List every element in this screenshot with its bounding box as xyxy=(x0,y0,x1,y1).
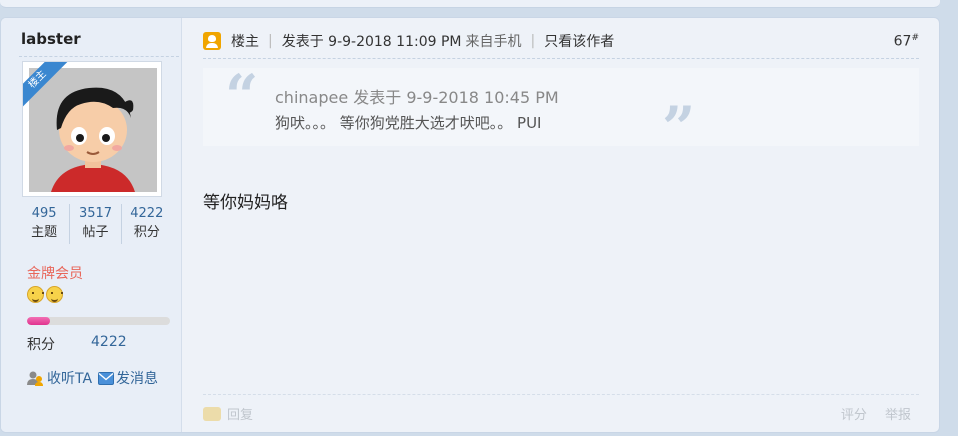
envelope-icon xyxy=(98,371,115,385)
stat-credits[interactable]: 4222 积分 xyxy=(122,204,172,244)
member-rank[interactable]: 金牌会员 xyxy=(27,263,83,283)
floor-mark: # xyxy=(911,32,919,43)
post-footer: 回复 评分 举报 xyxy=(203,404,919,424)
follow-users-icon xyxy=(27,371,43,386)
rank-icons xyxy=(27,286,63,303)
message-label[interactable]: 发消息 xyxy=(116,368,158,388)
smiley-icon xyxy=(27,286,44,303)
previous-post-edge xyxy=(0,0,940,8)
progress-fill xyxy=(27,317,50,325)
author-stats: 495 主题 3517 帖子 4222 积分 xyxy=(19,204,172,244)
author-actions: 收听TA 发消息 xyxy=(27,368,164,388)
floor-value[interactable]: 67 xyxy=(894,33,912,49)
post-body: 等你妈妈咯 xyxy=(203,193,288,213)
reply-button[interactable]: 回复 xyxy=(203,404,253,423)
stat-posts[interactable]: 3517 帖子 xyxy=(70,204,122,244)
credit-value: 4222 xyxy=(91,334,127,350)
floor-number[interactable]: 67# xyxy=(894,33,919,50)
forum-post: labster 楼主 495 主题 3517 帖子 4222 积分 金牌会员 积… xyxy=(0,17,940,433)
reply-icon xyxy=(203,406,221,421)
separator: | xyxy=(268,33,273,49)
stat-label: 帖子 xyxy=(82,225,109,240)
post-header: 楼主 | 发表于 9-9-2018 11:09 PM 来自手机 | 只看该作者 … xyxy=(203,28,919,54)
stat-topics[interactable]: 495 主题 xyxy=(19,204,71,244)
divider xyxy=(203,58,919,59)
post-source[interactable]: 来自手机 xyxy=(465,31,521,51)
author-sidebar: labster 楼主 495 主题 3517 帖子 4222 积分 金牌会员 积… xyxy=(1,18,182,432)
quote-header: chinapee 发表于 9-9-2018 10:45 PM xyxy=(275,88,559,107)
cartoon-boy-avatar xyxy=(29,68,157,192)
avatar-image xyxy=(29,68,157,192)
follow-label[interactable]: 收听TA xyxy=(47,368,92,388)
footer-actions: 评分 举报 xyxy=(827,404,911,423)
smiley-icon xyxy=(46,286,63,303)
credit-label: 积分 xyxy=(27,337,55,353)
post-content: 楼主 | 发表于 9-9-2018 11:09 PM 来自手机 | 只看该作者 … xyxy=(183,18,939,432)
quote-text: 狗吠。。。 等你狗党胜大选才吠吧。。 PUI xyxy=(275,114,542,132)
stat-label: 主题 xyxy=(31,225,58,240)
credit-progress-bar xyxy=(27,317,170,325)
avatar[interactable]: 楼主 xyxy=(22,61,162,197)
rate-button[interactable]: 评分 xyxy=(841,408,867,423)
credit-row: 积分 4222 xyxy=(27,334,167,354)
post-time: 发表于 9-9-2018 11:09 PM xyxy=(281,34,462,50)
close-quote-icon: ” xyxy=(662,94,696,162)
stat-value[interactable]: 495 xyxy=(19,204,69,224)
send-message-button[interactable]: 发消息 xyxy=(98,368,158,388)
quoted-post: “ chinapee 发表于 9-9-2018 10:45 PM 狗吠。。。 等… xyxy=(203,62,919,158)
author-username[interactable]: labster xyxy=(21,30,81,48)
stat-value[interactable]: 3517 xyxy=(70,204,120,224)
separator: | xyxy=(530,33,536,49)
stat-label: 积分 xyxy=(133,225,160,240)
reply-label[interactable]: 回复 xyxy=(227,404,253,423)
thread-owner-icon xyxy=(203,32,221,50)
report-button[interactable]: 举报 xyxy=(885,408,911,423)
stat-value[interactable]: 4222 xyxy=(122,204,172,224)
follow-button[interactable]: 收听TA xyxy=(27,368,92,388)
divider xyxy=(19,56,179,57)
divider xyxy=(203,394,919,395)
open-quote-icon: “ xyxy=(225,62,259,130)
only-author-link[interactable]: 只看该作者 xyxy=(544,31,614,51)
owner-label: 楼主 xyxy=(231,34,259,50)
